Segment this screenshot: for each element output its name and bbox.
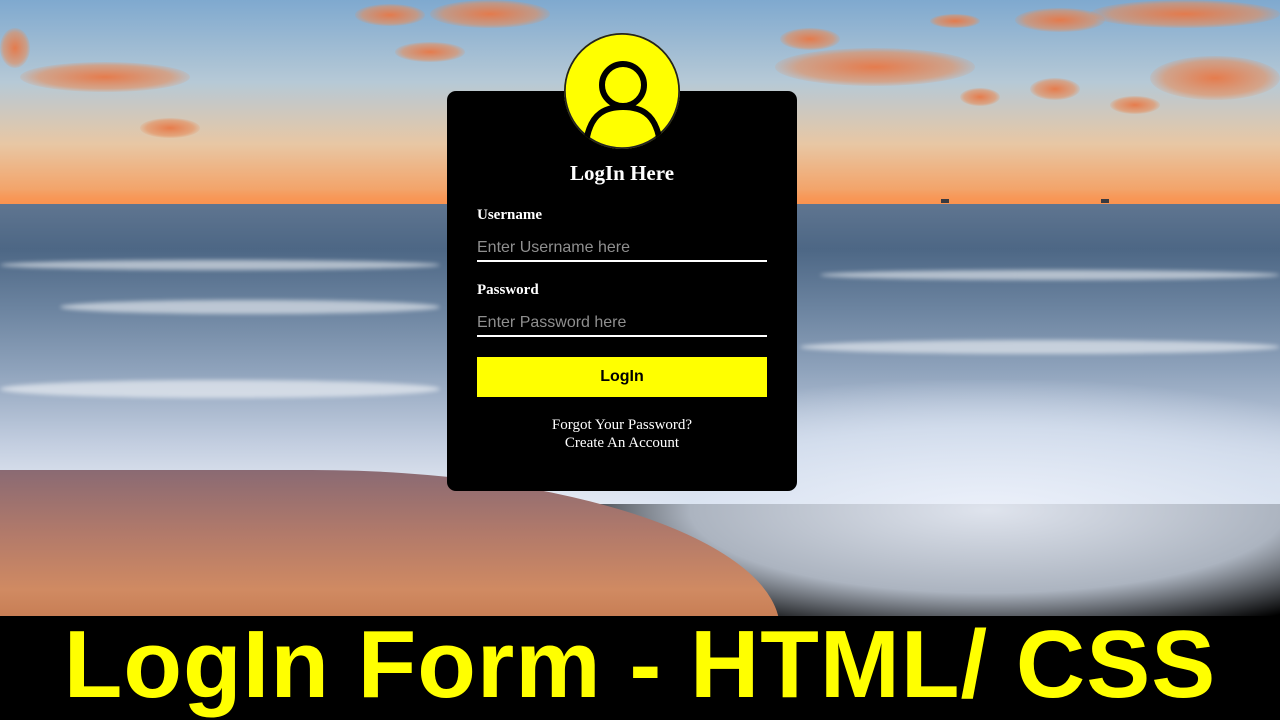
cloud bbox=[780, 28, 840, 50]
login-button[interactable]: LogIn bbox=[477, 357, 767, 397]
create-account-link[interactable]: Create An Account bbox=[447, 435, 797, 452]
cloud bbox=[1030, 78, 1080, 100]
cloud bbox=[140, 118, 200, 138]
cloud bbox=[775, 48, 975, 86]
cloud bbox=[1110, 96, 1160, 114]
forgot-password-link[interactable]: Forgot Your Password? bbox=[447, 417, 797, 434]
cloud bbox=[355, 4, 425, 26]
wave bbox=[820, 270, 1280, 280]
password-label: Password bbox=[477, 282, 539, 298]
cloud bbox=[430, 0, 550, 28]
cloud bbox=[20, 62, 190, 92]
ship bbox=[941, 199, 949, 203]
cloud bbox=[395, 42, 465, 62]
cloud bbox=[1090, 0, 1280, 28]
screen: LogIn Here Username Password LogIn Forgo… bbox=[0, 0, 1280, 720]
wave bbox=[60, 300, 440, 314]
cloud bbox=[0, 28, 30, 68]
banner-title: LogIn Form - HTML/ CSS bbox=[63, 611, 1217, 718]
user-icon bbox=[564, 33, 680, 149]
username-input[interactable] bbox=[477, 236, 767, 262]
cloud bbox=[1150, 56, 1280, 100]
wave bbox=[800, 340, 1280, 354]
login-title: LogIn Here bbox=[569, 161, 675, 185]
ship bbox=[1101, 199, 1109, 203]
password-input[interactable] bbox=[477, 311, 767, 337]
wave bbox=[0, 260, 440, 270]
username-label: Username bbox=[477, 207, 542, 223]
cloud bbox=[960, 88, 1000, 106]
cloud bbox=[930, 14, 980, 28]
user-icon-graphic bbox=[564, 33, 680, 149]
wave bbox=[0, 380, 440, 398]
